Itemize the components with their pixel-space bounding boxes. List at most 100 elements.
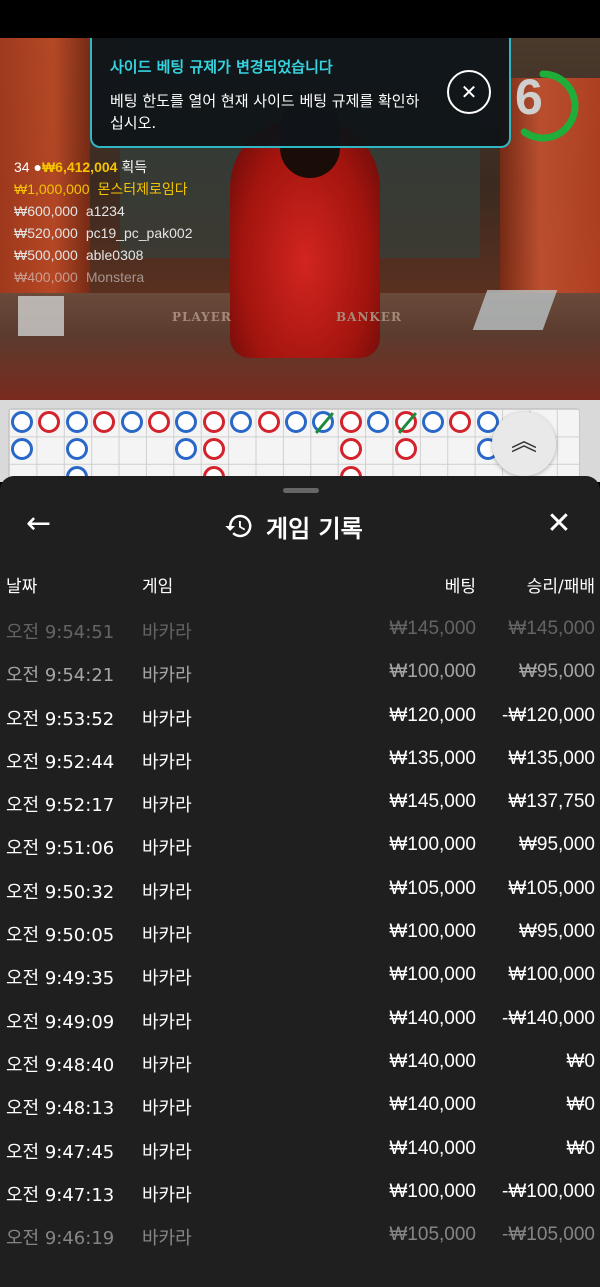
tie-mark bbox=[397, 412, 417, 434]
row-game: 바카라 bbox=[142, 751, 192, 773]
banker-bead bbox=[202, 438, 225, 461]
history-row[interactable]: 오전 9:50:32 바카라 ₩105,000 ₩105,000 bbox=[0, 874, 600, 917]
row-bet: ₩140,000 bbox=[389, 1050, 476, 1072]
row-time: 오전 9:48:40 bbox=[6, 1054, 115, 1076]
player-bead bbox=[11, 438, 33, 461]
row-game: 바카라 bbox=[142, 1141, 192, 1163]
notice-title: 사이드 베팅 규제가 변경되었습니다 bbox=[110, 58, 333, 76]
timer-value: 6 bbox=[515, 69, 543, 125]
row-result: -₩100,000 bbox=[502, 1180, 595, 1202]
row-game: 바카라 bbox=[142, 1184, 192, 1206]
sheet-title: 게임 기록 bbox=[224, 506, 363, 546]
game-history-sheet: ← 게임 기록 ✕ 날짜 게임 베팅 승리/패배 오전 9:54:51 바카라 ₩1… bbox=[0, 476, 600, 1287]
history-row[interactable]: 오전 9:49:35 바카라 ₩100,000 ₩100,000 bbox=[0, 960, 600, 1003]
history-table-body: 오전 9:54:51 바카라 ₩145,000 ₩145,000 오전 9:54:21 바… bbox=[0, 614, 600, 1263]
banker-bead bbox=[449, 411, 472, 433]
expand-road-button[interactable]: ︽ bbox=[492, 412, 556, 476]
history-row[interactable]: 오전 9:48:40 바카라 ₩140,000 ₩0 bbox=[0, 1047, 600, 1090]
row-result: ₩135,000 bbox=[508, 747, 595, 769]
winner-name: Monstera bbox=[85, 269, 145, 285]
row-game: 바카라 bbox=[142, 1228, 192, 1250]
row-game: 바카라 bbox=[142, 881, 192, 903]
row-time: 오전 9:48:13 bbox=[6, 1098, 115, 1120]
row-result: ₩0 bbox=[566, 1137, 596, 1159]
winner-row: ₩600,000 a1234 bbox=[14, 200, 192, 222]
winner-amount: ₩1,000,000 bbox=[14, 181, 90, 197]
row-result: ₩145,000 bbox=[508, 618, 595, 639]
row-bet: ₩105,000 bbox=[389, 1224, 476, 1246]
winner-name: 몬스터제로임다 bbox=[97, 181, 188, 197]
tie-bead bbox=[312, 411, 335, 434]
winner-row: ₩520,000 pc19_pc_pak002 bbox=[14, 222, 192, 244]
row-game: 바카라 bbox=[142, 665, 192, 687]
banker-bead bbox=[339, 411, 362, 433]
winner-row: ₩1,000,000 몬스터제로임다 bbox=[14, 178, 192, 200]
double-chevron-up-icon: ︽ bbox=[510, 427, 537, 457]
player-bead bbox=[230, 411, 253, 433]
col-bet: 베팅 bbox=[444, 577, 476, 597]
row-game: 바카라 bbox=[142, 838, 192, 860]
row-game: 바카라 bbox=[142, 1054, 192, 1076]
history-row[interactable]: 오전 9:52:17 바카라 ₩145,000 ₩137,750 bbox=[0, 787, 600, 830]
history-row[interactable]: 오전 9:54:21 바카라 ₩100,000 ₩95,000 bbox=[0, 657, 600, 700]
winners-total: 34 ●₩6,412,004 획득 bbox=[14, 156, 192, 178]
bet-timer: 6 bbox=[505, 58, 581, 154]
history-row[interactable]: 오전 9:52:44 바카라 ₩135,000 ₩135,000 bbox=[0, 744, 600, 787]
row-time: 오전 9:47:45 bbox=[6, 1141, 115, 1163]
player-bead bbox=[65, 438, 88, 461]
history-icon bbox=[225, 514, 252, 538]
close-button[interactable]: ✕ bbox=[542, 504, 576, 544]
back-button[interactable]: ← bbox=[26, 504, 60, 544]
side-bet-notice: 사이드 베팅 규제가 변경되었습니다 베팅 한도를 열어 현재 사이드 베팅 규… bbox=[90, 38, 511, 148]
card-shoe bbox=[472, 290, 558, 330]
history-row[interactable]: 오전 9:46:19 바카라 ₩105,000 -₩105,000 bbox=[0, 1220, 600, 1263]
history-row[interactable]: 오전 9:47:13 바카라 ₩100,000 -₩100,000 bbox=[0, 1177, 600, 1220]
row-game: 바카라 bbox=[142, 968, 192, 990]
drag-handle[interactable] bbox=[283, 488, 319, 493]
banker-bead bbox=[394, 438, 417, 461]
bead-road: ︽ bbox=[0, 400, 600, 488]
close-icon: ✕ bbox=[546, 506, 572, 541]
history-row[interactable]: 오전 9:54:51 바카라 ₩145,000 ₩145,000 bbox=[0, 614, 600, 657]
row-time: 오전 9:54:51 bbox=[6, 622, 115, 643]
row-time: 오전 9:51:06 bbox=[6, 838, 115, 860]
winner-count: 34 bbox=[14, 159, 30, 175]
col-result: 승리/패배 bbox=[526, 577, 595, 597]
row-time: 오전 9:53:52 bbox=[6, 708, 115, 730]
history-row[interactable]: 오전 9:49:09 바카라 ₩140,000 -₩140,000 bbox=[0, 1004, 600, 1047]
row-time: 오전 9:49:35 bbox=[6, 968, 115, 990]
row-game: 바카라 bbox=[142, 925, 192, 947]
winner-name: able0308 bbox=[85, 247, 144, 263]
history-row[interactable]: 오전 9:53:52 바카라 ₩120,000 -₩120,000 bbox=[0, 701, 600, 744]
row-bet: ₩145,000 bbox=[389, 618, 476, 639]
sheet-title-text: 게임 기록 bbox=[266, 514, 363, 543]
row-game: 바카라 bbox=[142, 708, 192, 730]
history-row[interactable]: 오전 9:48:13 바카라 ₩140,000 ₩0 bbox=[0, 1090, 600, 1133]
winner-row: ₩400,000 Monstera bbox=[14, 266, 192, 288]
col-game: 게임 bbox=[142, 577, 174, 597]
player-bead bbox=[367, 411, 390, 433]
row-bet: ₩100,000 bbox=[389, 964, 476, 986]
tie-bead bbox=[394, 411, 417, 434]
notice-close-button[interactable]: ✕ bbox=[447, 70, 491, 114]
status-bar bbox=[0, 0, 600, 38]
row-game: 바카라 bbox=[142, 1098, 192, 1120]
row-time: 오전 9:47:13 bbox=[6, 1184, 115, 1206]
notice-body: 베팅 한도를 열어 현재 사이드 베팅 규제를 확인하십시오. bbox=[110, 92, 420, 132]
row-result: -₩120,000 bbox=[502, 704, 595, 726]
player-label: PLAYER bbox=[172, 310, 232, 324]
history-row[interactable]: 오전 9:47:45 바카라 ₩140,000 ₩0 bbox=[0, 1134, 600, 1177]
row-bet: ₩100,000 bbox=[389, 834, 476, 856]
row-game: 바카라 bbox=[142, 795, 192, 817]
row-result: ₩137,750 bbox=[508, 791, 595, 813]
row-result: ₩95,000 bbox=[518, 921, 595, 943]
history-row[interactable]: 오전 9:51:06 바카라 ₩100,000 ₩95,000 bbox=[0, 830, 600, 873]
row-bet: ₩140,000 bbox=[389, 1007, 476, 1029]
row-result: -₩140,000 bbox=[502, 1007, 595, 1029]
row-result: ₩95,000 bbox=[518, 661, 595, 683]
row-time: 오전 9:54:21 bbox=[6, 665, 115, 687]
winner-name: a1234 bbox=[85, 203, 125, 219]
row-result: ₩105,000 bbox=[508, 877, 595, 899]
row-bet: ₩105,000 bbox=[389, 877, 476, 899]
history-row[interactable]: 오전 9:50:05 바카라 ₩100,000 ₩95,000 bbox=[0, 917, 600, 960]
